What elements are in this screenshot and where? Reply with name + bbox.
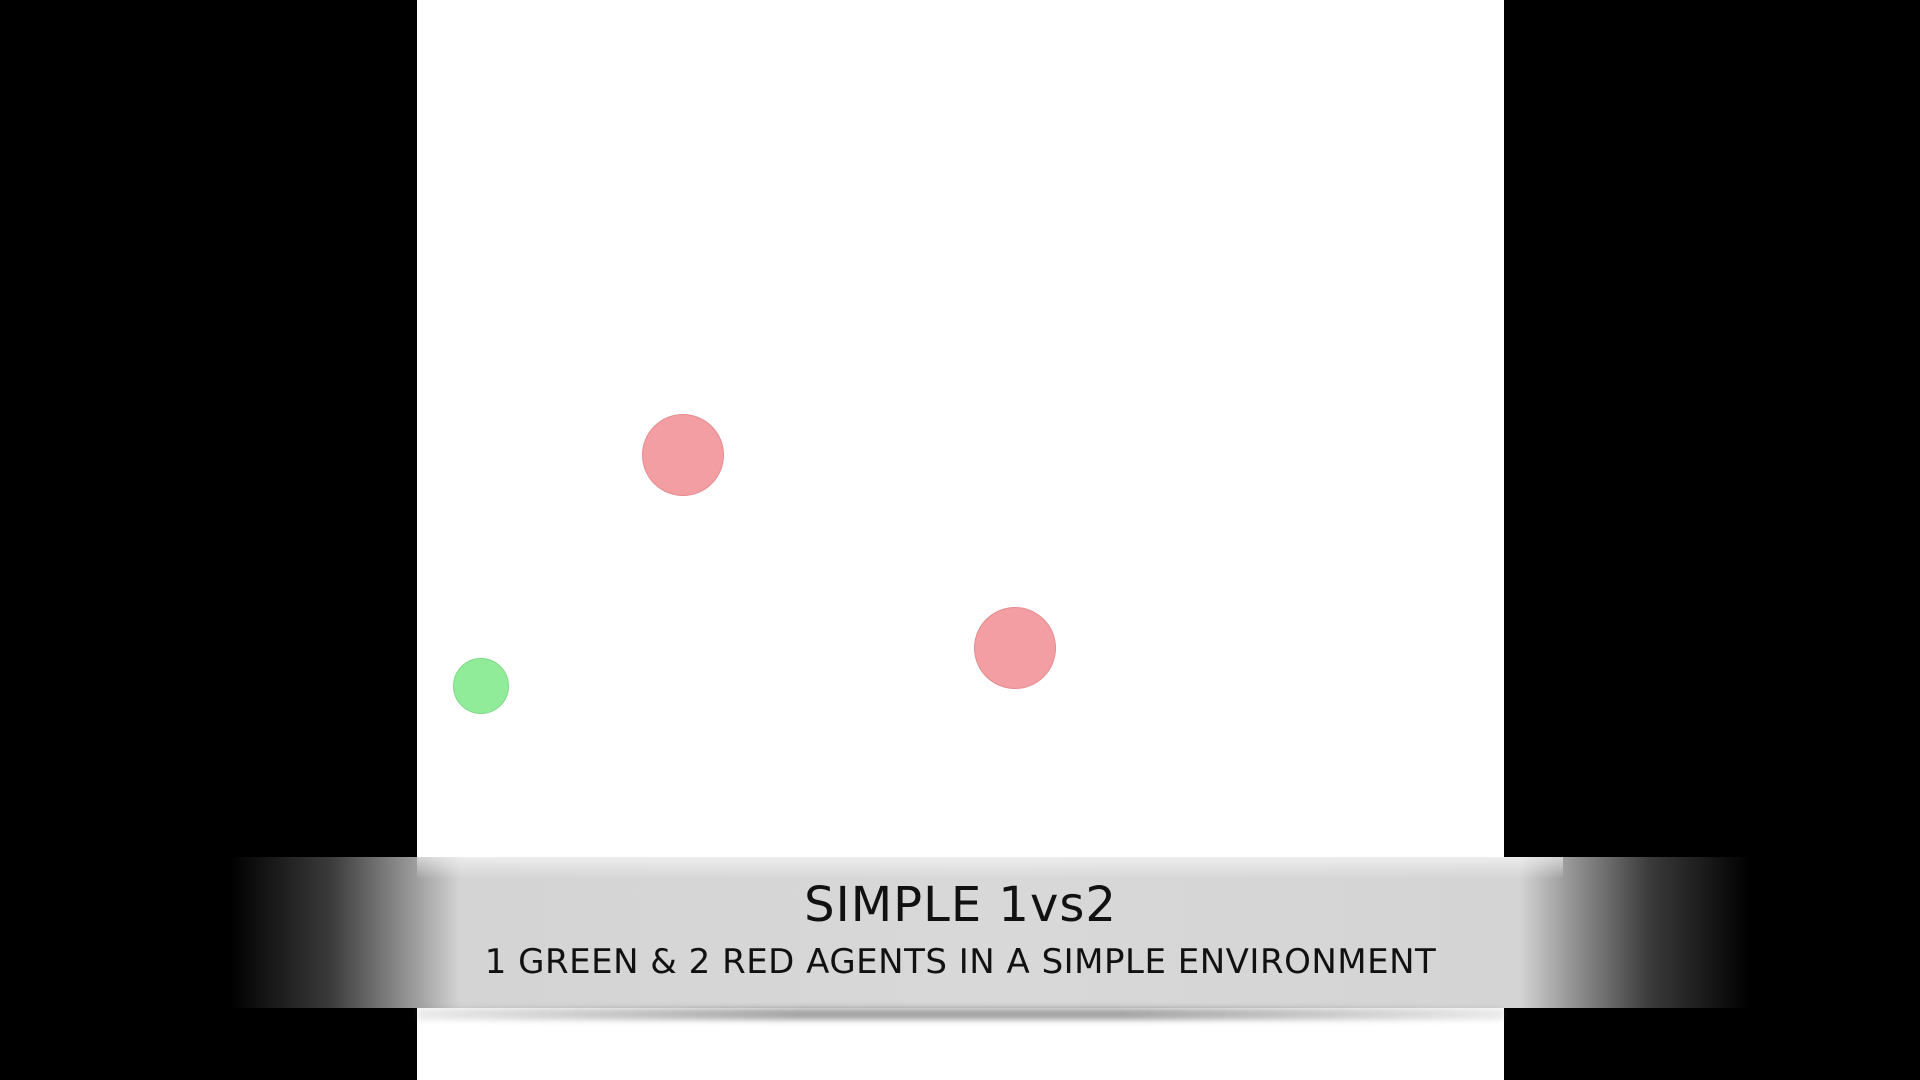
caption-title: SIMPLE 1vs2: [804, 877, 1117, 933]
caption-shadow: [417, 1008, 1504, 1020]
green-agent: [453, 658, 509, 714]
video-frame: SIMPLE 1vs2 1 GREEN & 2 RED AGENTS IN A …: [0, 0, 1920, 1080]
caption-subtitle: 1 GREEN & 2 RED AGENTS IN A SIMPLE ENVIR…: [484, 942, 1437, 982]
red-agent: [974, 607, 1056, 689]
red-agent: [642, 414, 724, 496]
